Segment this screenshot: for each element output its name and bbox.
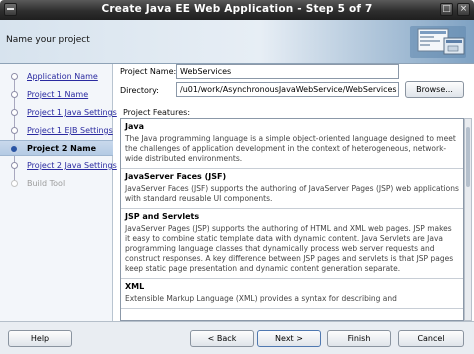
feature-name: XML — [125, 282, 145, 291]
step-project-1-ejb-settings[interactable]: Project 1 EJB Settings — [0, 123, 113, 139]
step-dot-icon — [11, 127, 18, 134]
scrollbar-thumb[interactable] — [466, 127, 470, 187]
feature-name: JSP and Servlets — [125, 212, 200, 221]
step-dot-icon — [11, 73, 18, 80]
window-title: Create Java EE Web Application - Step 5 … — [101, 3, 373, 15]
feature-description: Extensible Markup Language (XML) provide… — [125, 294, 397, 303]
step-label: Project 1 EJB Settings — [27, 126, 113, 135]
page-title: Name your project — [6, 35, 90, 45]
feature-name: Java — [125, 122, 144, 131]
wizard-header: Name your project — [0, 20, 474, 64]
step-dot-icon — [11, 162, 18, 169]
wizard-steps-sidebar: Application Name Project 1 Name Project … — [0, 64, 117, 321]
maximize-icon[interactable]: □ — [440, 3, 453, 16]
close-icon[interactable]: × — [457, 3, 470, 16]
project-name-input[interactable]: WebServices — [176, 64, 399, 79]
feature-jsp-servlets[interactable]: JSP and Servlets JavaServer Pages (JSP) … — [121, 209, 463, 279]
project-features-label: Project Features: — [123, 108, 191, 117]
feature-jsf[interactable]: JavaServer Faces (JSF) JavaServer Faces … — [121, 169, 463, 209]
next-button[interactable]: Next > — [257, 330, 321, 347]
step-dot-icon — [11, 91, 18, 98]
step-dot-icon — [11, 180, 18, 187]
step-label: Build Tool — [27, 179, 66, 188]
step-dot-icon — [11, 109, 18, 116]
help-button[interactable]: Help — [8, 330, 72, 347]
step-label: Project 2 Java Settings — [27, 161, 117, 170]
browse-button[interactable]: Browse... — [405, 81, 464, 98]
project-name-label: Project Name: — [120, 67, 177, 76]
finish-button[interactable]: Finish — [327, 330, 391, 347]
cancel-button[interactable]: Cancel — [398, 330, 464, 347]
step-project-2-java-settings[interactable]: Project 2 Java Settings — [0, 158, 117, 174]
feature-name: JavaServer Faces (JSF) — [125, 172, 227, 181]
directory-label: Directory: — [120, 86, 159, 95]
feature-java[interactable]: Java The Java programming language is a … — [121, 119, 463, 169]
step-build-tool: Build Tool — [0, 176, 113, 192]
step-label: Project 1 Java Settings — [27, 108, 117, 117]
wizard-footer: Help < Back Next > Finish Cancel — [0, 321, 474, 354]
project-features-list[interactable]: Java The Java programming language is a … — [120, 118, 464, 321]
step-current-dot-icon — [9, 144, 19, 154]
back-button[interactable]: < Back — [190, 330, 254, 347]
window-titlebar[interactable]: Create Java EE Web Application - Step 5 … — [0, 0, 474, 20]
feature-xml[interactable]: XML Extensible Markup Language (XML) pro… — [121, 279, 463, 309]
step-project-2-name[interactable]: Project 2 Name — [0, 140, 113, 156]
feature-description: JavaServer Pages (JSP) supports the auth… — [125, 224, 454, 273]
feature-description: The Java programming language is a simpl… — [125, 134, 456, 163]
window-menu-icon[interactable] — [4, 3, 17, 16]
features-scrollbar[interactable] — [464, 118, 472, 321]
step-label: Application Name — [27, 72, 98, 81]
step-project-1-java-settings[interactable]: Project 1 Java Settings — [0, 105, 117, 121]
step-label: Project 1 Name — [27, 90, 89, 99]
directory-input[interactable]: /u01/work/AsynchronousJavaWebService/Web… — [176, 82, 399, 97]
feature-description: JavaServer Faces (JSF) supports the auth… — [125, 184, 459, 203]
step-project-1-name[interactable]: Project 1 Name — [0, 87, 113, 103]
step-label: Project 2 Name — [27, 144, 97, 153]
step-application-name[interactable]: Application Name — [0, 69, 113, 85]
wizard-graphic-icon — [410, 26, 466, 58]
